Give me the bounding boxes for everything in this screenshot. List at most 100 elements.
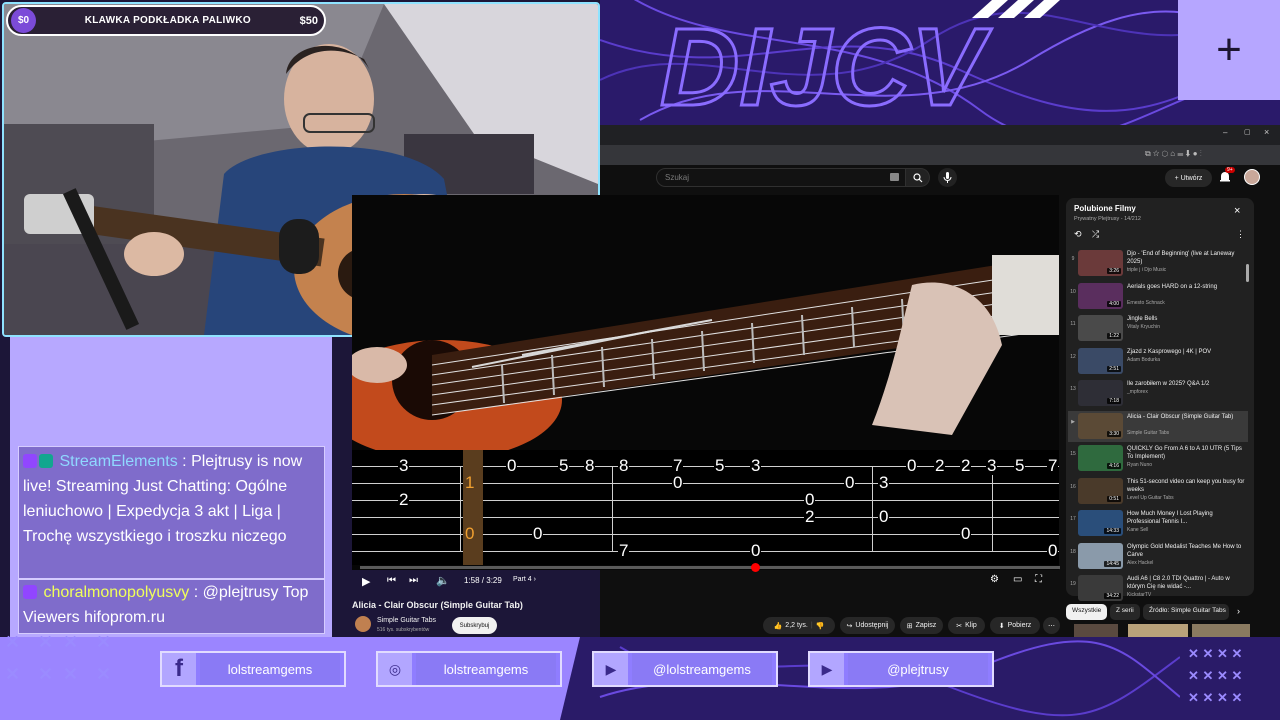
search-input[interactable]: Szukaj [656, 168, 906, 187]
playlist-item[interactable]: 9 3:26 Djo - 'End of Beginning' (live at L… [1068, 248, 1248, 279]
save-button[interactable]: ⊞ Zapisz [900, 617, 943, 634]
video-duration: 1:22 [1107, 333, 1121, 339]
playlist-video-title[interactable]: Audi A6 | C8 2.0 TDI Quattro | - Auto w … [1127, 575, 1245, 591]
notifications-button[interactable]: 9+ [1218, 167, 1235, 184]
recommended-thumbnail[interactable] [1192, 624, 1250, 637]
tab-string-line [352, 466, 1059, 467]
goal-title: KLAWKA PODKŁADKA PALIWKO [84, 15, 251, 26]
social-link[interactable]: ◎ lolstreamgems [376, 651, 562, 687]
video-thumbnail[interactable]: 2:51 [1078, 347, 1123, 374]
youtube-icon: ▶ [594, 653, 628, 685]
account-avatar[interactable] [1244, 169, 1260, 185]
video-thumbnail[interactable]: 4:16 [1078, 445, 1123, 471]
tab-note: 2 [398, 490, 410, 509]
youtube-icon: ▶ [810, 653, 844, 685]
decoration-x: ✕ [38, 632, 54, 652]
playlist-index: 15 [1070, 451, 1076, 457]
chip-all[interactable]: Wszystkie [1066, 604, 1108, 620]
tab-string-line [352, 517, 1059, 518]
playlist-video-title[interactable]: How Much Money I Lost Playing Profession… [1127, 510, 1245, 526]
create-button[interactable]: + Utwórz [1165, 169, 1212, 187]
recommended-thumbnail[interactable] [1074, 624, 1118, 637]
playlist-video-title[interactable]: Ile zarobiłem w 2025? Q&A 1/2 [1127, 380, 1245, 388]
playlist-menu-icon[interactable]: ⋮ [1236, 229, 1245, 240]
subscribe-button[interactable]: Subskrybuj [452, 617, 497, 634]
video-duration: 2:51 [1107, 365, 1121, 372]
playlist-index: 11 [1070, 321, 1076, 327]
playlist-video-title[interactable]: Djo - 'End of Beginning' (live at Lanewa… [1127, 250, 1245, 266]
playlist-title[interactable]: Polubione Filmy [1074, 204, 1136, 213]
playlist-item[interactable]: 15 4:16 QUICKLY Go From A 6 to A 10 UTR (5… [1068, 443, 1248, 474]
video-frame [352, 195, 1059, 460]
close-playlist-icon[interactable]: × [1234, 205, 1240, 217]
thumbs-down-icon: 👎 [815, 622, 825, 630]
playlist-item[interactable]: 10 4:00 Aerials goes HARD on a 12-string Er… [1068, 281, 1248, 312]
video-thumbnail[interactable]: 14:33 [1078, 510, 1123, 536]
playlist-item[interactable]: 12 2:51 Zjazd z Kasprowego | 4K | POV Adam … [1068, 346, 1248, 377]
channel-name[interactable]: Simple Guitar Tabs [377, 617, 436, 624]
plus-icon: + [1216, 25, 1242, 74]
keyboard-icon[interactable] [890, 173, 899, 181]
channel-avatar[interactable] [355, 616, 371, 632]
volume-icon[interactable]: 🔈 [436, 574, 450, 587]
video-thumbnail[interactable]: 0:51 [1078, 477, 1123, 504]
playlist-item[interactable]: 11 1:22 Jingle Bells Vitaly Kryuchin [1068, 313, 1248, 344]
previous-icon[interactable]: ⏮ [387, 575, 396, 586]
playlist-video-title[interactable]: Olympic Gold Medalist Teaches Me How to … [1127, 543, 1245, 559]
playlist-item[interactable]: 17 14:33 How Much Money I Lost Playing Pro… [1068, 508, 1248, 539]
playlist-video-title[interactable]: QUICKLY Go From A 6 to A 10 UTR (5 Tips … [1127, 445, 1245, 461]
miniplayer-icon[interactable]: ▭ [1013, 574, 1022, 585]
chip-series[interactable]: Z serii [1110, 604, 1140, 620]
play-icon[interactable]: ▶ [362, 575, 370, 588]
download-button[interactable]: ⬇ Pobierz [990, 617, 1040, 634]
fullscreen-icon[interactable]: ⛶ [1035, 574, 1042, 585]
playlist-video-title[interactable]: This 51-second video can keep you busy f… [1127, 478, 1245, 494]
like-dislike-button[interactable]: 👍 2,2 tys. | 👎 [763, 617, 835, 634]
chapter-label[interactable]: Part 4 › [513, 576, 536, 583]
search-button[interactable] [906, 168, 930, 187]
progress-scrubber[interactable] [751, 563, 760, 572]
shuffle-icon[interactable]: ⤮ [1092, 229, 1099, 240]
playlist-video-title[interactable]: Aerials goes HARD on a 12-string [1127, 283, 1245, 291]
recommended-thumbnail[interactable] [1128, 624, 1188, 637]
chat-username: choralmonopolyusvy [43, 584, 190, 601]
playlist-item[interactable]: 16 0:51 This 51-second video can keep you … [1068, 476, 1248, 507]
video-thumbnail[interactable]: 3:30 [1078, 412, 1123, 439]
progress-bar[interactable] [360, 566, 1060, 569]
social-link[interactable]: f lolstreamgems [160, 651, 346, 687]
playlist-index: 16 [1070, 483, 1076, 490]
maximize-icon[interactable]: ▢ [1244, 128, 1251, 136]
share-button[interactable]: ↪ Udostępnij [840, 617, 895, 634]
minimize-icon[interactable]: – [1223, 128, 1227, 137]
playlist-scrollbar[interactable] [1246, 264, 1249, 282]
close-window-icon[interactable]: × [1264, 127, 1269, 137]
video-thumbnail[interactable]: 1:22 [1078, 315, 1123, 341]
tab-highlight [463, 450, 483, 565]
chip-source[interactable]: Źródło: Simple Guitar Tabs [1143, 604, 1229, 620]
video-thumbnail[interactable]: 7:18 [1078, 380, 1123, 406]
video-thumbnail[interactable]: 3:26 [1078, 250, 1123, 276]
more-button[interactable]: ⋯ [1043, 617, 1060, 634]
settings-icon[interactable]: ⚙ [990, 574, 999, 585]
social-link[interactable]: ▶ @plejtrusy [808, 651, 994, 687]
social-link[interactable]: ▶ @lolstreamgems [592, 651, 778, 687]
bot-badge-icon [39, 454, 53, 468]
playlist-video-title[interactable]: Jingle Bells [1127, 315, 1245, 323]
playlist-item[interactable]: 13 7:18 Ile zarobiłem w 2025? Q&A 1/2 _mpfo… [1068, 378, 1248, 409]
playlist-item[interactable]: 19 34:22 Audi A6 | C8 2.0 TDI Quattro | - … [1068, 573, 1248, 604]
playlist-item[interactable]: 18 14:45 Olympic Gold Medalist Teaches Me … [1068, 541, 1248, 572]
extensions-icon[interactable]: ⧉ ☆ ⬡ ⌂ ☰ ⬇ ● ⋮ [1145, 149, 1202, 159]
voice-search-button[interactable] [938, 168, 957, 187]
video-duration: 14:45 [1104, 560, 1121, 567]
playlist-item[interactable]: ▶ 3:30 Alicia - Clair Obscur (Simple Guita… [1068, 410, 1248, 442]
clip-button[interactable]: ✂ Klip [948, 617, 985, 634]
chevron-right-icon[interactable]: › [1237, 606, 1240, 616]
tab-note: 5 [714, 456, 726, 475]
video-thumbnail[interactable]: 4:00 [1078, 282, 1123, 309]
playlist-video-title[interactable]: Alicia - Clair Obscur (Simple Guitar Tab… [1127, 413, 1245, 421]
next-icon[interactable]: ⏭ [409, 575, 418, 586]
video-thumbnail[interactable]: 34:22 [1078, 575, 1123, 601]
video-thumbnail[interactable]: 14:45 [1078, 542, 1123, 569]
repeat-icon[interactable]: ⟲ [1074, 229, 1082, 240]
playlist-video-title[interactable]: Zjazd z Kasprowego | 4K | POV [1127, 348, 1245, 356]
